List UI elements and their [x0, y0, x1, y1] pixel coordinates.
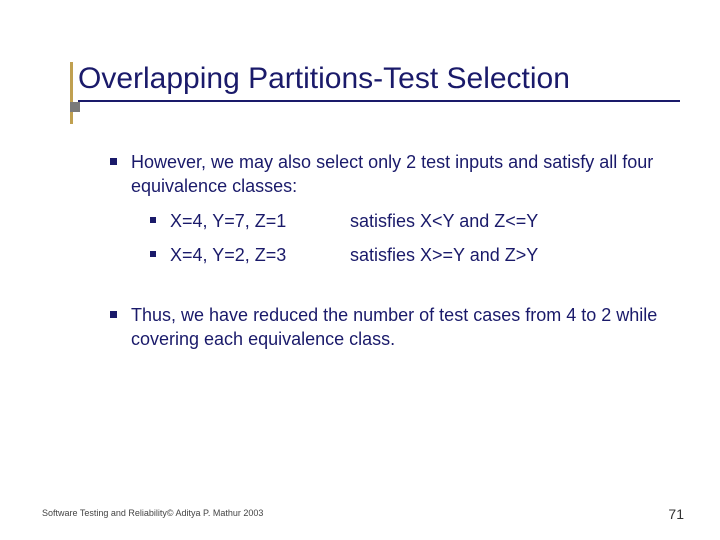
- example-2-values: X=4, Y=2, Z=3: [170, 243, 350, 267]
- example-1-values: X=4, Y=7, Z=1: [170, 209, 350, 233]
- bullet-1-sub-1: X=4, Y=7, Z=1 satisfies X<Y and Z<=Y: [150, 209, 660, 233]
- example-2-condition: satisfies X>=Y and Z>Y: [350, 243, 538, 267]
- body-content: However, we may also select only 2 test …: [110, 150, 660, 358]
- bullet-square-icon: [150, 251, 156, 257]
- page-number: 71: [668, 506, 684, 522]
- footer-text: Software Testing and Reliability© Aditya…: [42, 508, 263, 518]
- bullet-square-icon: [110, 311, 117, 318]
- title-underline: [78, 100, 680, 102]
- bullet-square-icon: [110, 158, 117, 165]
- bullet-1-text: However, we may also select only 2 test …: [131, 150, 660, 199]
- accent-square: [70, 102, 80, 112]
- bullet-square-icon: [150, 217, 156, 223]
- slide-title: Overlapping Partitions-Test Selection: [78, 62, 680, 96]
- example-1-condition: satisfies X<Y and Z<=Y: [350, 209, 538, 233]
- bullet-1-sub-2: X=4, Y=2, Z=3 satisfies X>=Y and Z>Y: [150, 243, 660, 267]
- slide: Overlapping Partitions-Test Selection Ho…: [0, 0, 720, 540]
- bullet-2-text: Thus, we have reduced the number of test…: [131, 303, 660, 352]
- bullet-2: Thus, we have reduced the number of test…: [110, 303, 660, 352]
- title-block: Overlapping Partitions-Test Selection: [78, 62, 680, 102]
- accent-vertical-bar: [70, 62, 73, 124]
- bullet-1: However, we may also select only 2 test …: [110, 150, 660, 199]
